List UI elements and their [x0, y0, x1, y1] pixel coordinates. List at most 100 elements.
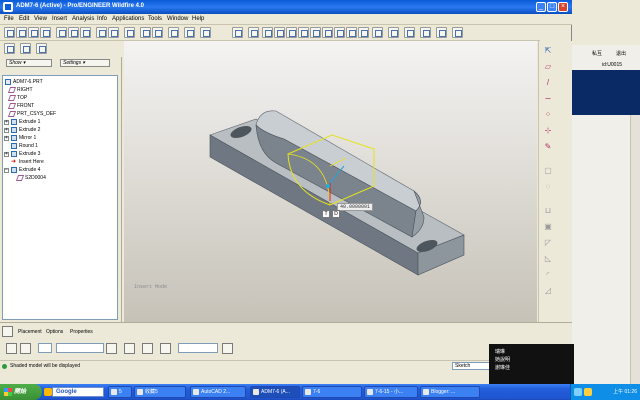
maximize-button[interactable]: □: [547, 2, 557, 12]
toolbar-tool-icon[interactable]: [4, 27, 15, 38]
extrude-solid-icon[interactable]: [6, 343, 17, 354]
toolbar-tool-icon[interactable]: [124, 27, 135, 38]
revolve-tool-icon[interactable]: ◌: [542, 181, 554, 193]
toolbar-tool-icon[interactable]: [140, 27, 151, 38]
menu-help[interactable]: Help: [192, 16, 204, 22]
rib-tool-icon[interactable]: ◸: [542, 237, 554, 249]
minimize-button[interactable]: _: [536, 2, 546, 12]
toolbar-tool-icon[interactable]: [420, 27, 431, 38]
toolbar-tool-icon[interactable]: [322, 27, 333, 38]
toolbar-tool-icon[interactable]: [200, 27, 211, 38]
model-tree-tab-icon[interactable]: [4, 43, 15, 54]
sketch-curve-tool-icon[interactable]: ∼: [542, 93, 554, 105]
expand-toggle[interactable]: +: [4, 136, 9, 141]
tree-item-extrude-3[interactable]: + Extrude 3: [3, 150, 113, 158]
thicken-flip-icon[interactable]: [160, 343, 171, 354]
task-item[interactable]: Blogger: ...: [420, 386, 480, 398]
depth-value-field[interactable]: [56, 343, 104, 353]
tree-item-mirror-1[interactable]: + Mirror 1: [3, 134, 113, 142]
toolbar-tool-icon[interactable]: [68, 27, 79, 38]
extrude-surface-icon[interactable]: [20, 343, 31, 354]
toolbar-tool-icon[interactable]: [56, 27, 67, 38]
round-tool-icon[interactable]: ◜: [542, 269, 554, 281]
menu-window[interactable]: Window: [167, 16, 188, 22]
menu-analysis[interactable]: Analysis: [72, 16, 94, 22]
depth-option-select[interactable]: [38, 343, 52, 353]
side-app-scrollbar[interactable]: [630, 115, 640, 384]
datum-axis-tool-icon[interactable]: /: [542, 77, 554, 89]
task-item[interactable]: 收藏5: [134, 386, 186, 398]
sketch-tool-icon[interactable]: ✎: [542, 141, 554, 153]
toolbar-tool-icon[interactable]: [108, 27, 119, 38]
csys-tool-icon[interactable]: ⊹: [542, 125, 554, 137]
toolbar-tool-icon[interactable]: [80, 27, 91, 38]
task-item-active[interactable]: ADM7-6 (A...: [250, 386, 300, 398]
tab-options[interactable]: Options: [46, 329, 63, 335]
menu-insert[interactable]: Insert: [52, 16, 67, 22]
toolbar-tool-icon[interactable]: [310, 27, 321, 38]
tree-item-extrude-4[interactable]: − Extrude 4: [3, 166, 113, 174]
start-button[interactable]: 開始: [0, 384, 42, 400]
thickness-field[interactable]: [178, 343, 218, 353]
toolbar-tool-icon[interactable]: [334, 27, 345, 38]
google-search-box[interactable]: Google: [52, 387, 104, 397]
tree-item-front[interactable]: FRONT: [3, 102, 113, 110]
clock[interactable]: 上午 01:26: [613, 388, 637, 395]
tree-item-top[interactable]: TOP: [3, 94, 113, 102]
graphics-viewport[interactable]: 40.0000001 TD Insert Mode: [124, 41, 537, 322]
toolbar-tool-icon[interactable]: [346, 27, 357, 38]
toolbar-tool-icon[interactable]: [298, 27, 309, 38]
expand-toggle[interactable]: +: [4, 128, 9, 133]
toolbar-tool-icon[interactable]: [96, 27, 107, 38]
tree-item-csys[interactable]: PRT_CSYS_DEF: [3, 110, 113, 118]
menu-applications[interactable]: Applications: [112, 16, 144, 22]
task-item[interactable]: 7-6: [302, 386, 362, 398]
title-bar[interactable]: ADM7-6 (Active) - Pro/ENGINEER Wildfire …: [0, 0, 572, 14]
close-button[interactable]: ×: [558, 2, 568, 12]
chamfer-tool-icon[interactable]: ◿: [542, 285, 554, 297]
task-item[interactable]: 7-6-15 - 小...: [364, 386, 418, 398]
pointer-icon[interactable]: ⇱: [542, 45, 554, 57]
draft-tool-icon[interactable]: ◺: [542, 253, 554, 265]
task-item[interactable]: 5: [108, 386, 132, 398]
side-link-2[interactable]: 退出: [616, 50, 626, 57]
show-dropdown[interactable]: Show ▾: [6, 59, 52, 67]
mini-button-d[interactable]: D: [332, 210, 340, 218]
menu-file[interactable]: File: [4, 16, 14, 22]
toolbar-tool-icon[interactable]: [274, 27, 285, 38]
toolbar-tool-icon[interactable]: [28, 27, 39, 38]
settings-dropdown[interactable]: Settings ▾: [60, 59, 110, 67]
toolbar-tool-icon[interactable]: [262, 27, 273, 38]
menu-tools[interactable]: Tools: [148, 16, 162, 22]
volume-icon[interactable]: [574, 388, 582, 396]
handle-point[interactable]: [326, 184, 330, 188]
hole-tool-icon[interactable]: ⊔: [542, 205, 554, 217]
tab-properties[interactable]: Properties: [70, 329, 93, 335]
toolbar-tool-icon[interactable]: [232, 27, 243, 38]
quick-launch-icon[interactable]: [44, 388, 52, 396]
tab-placement[interactable]: Placement: [18, 329, 42, 335]
tree-item-right[interactable]: RIGHT: [3, 86, 113, 94]
extrude-tool-icon[interactable]: ▢: [542, 165, 554, 177]
thickness-flip-icon[interactable]: [222, 343, 233, 354]
toolbar-tool-icon[interactable]: [40, 27, 51, 38]
datum-plane-tool-icon[interactable]: ▱: [542, 61, 554, 73]
toolbar-tool-icon[interactable]: [168, 27, 179, 38]
task-item[interactable]: AutoCAD 2...: [190, 386, 246, 398]
toolbar-tool-icon[interactable]: [358, 27, 369, 38]
toolbar-tool-icon[interactable]: [248, 27, 259, 38]
thicken-sketch-icon[interactable]: [142, 343, 153, 354]
remove-material-icon[interactable]: [124, 343, 135, 354]
flip-direction-icon[interactable]: [106, 343, 117, 354]
toolbar-tool-icon[interactable]: [436, 27, 447, 38]
collapse-toggle[interactable]: −: [4, 168, 9, 173]
tree-item-extrude-1[interactable]: + Extrude 1: [3, 118, 113, 126]
expand-toggle[interactable]: +: [4, 152, 9, 157]
side-link-1[interactable]: 私互: [592, 50, 602, 57]
folder-browser-tab-icon[interactable]: [20, 43, 31, 54]
toolbar-tool-icon[interactable]: [372, 27, 383, 38]
menu-info[interactable]: Info: [97, 16, 107, 22]
datum-point-tool-icon[interactable]: ⁘: [542, 109, 554, 121]
shell-tool-icon[interactable]: ▣: [542, 221, 554, 233]
toolbar-tool-icon[interactable]: [452, 27, 463, 38]
